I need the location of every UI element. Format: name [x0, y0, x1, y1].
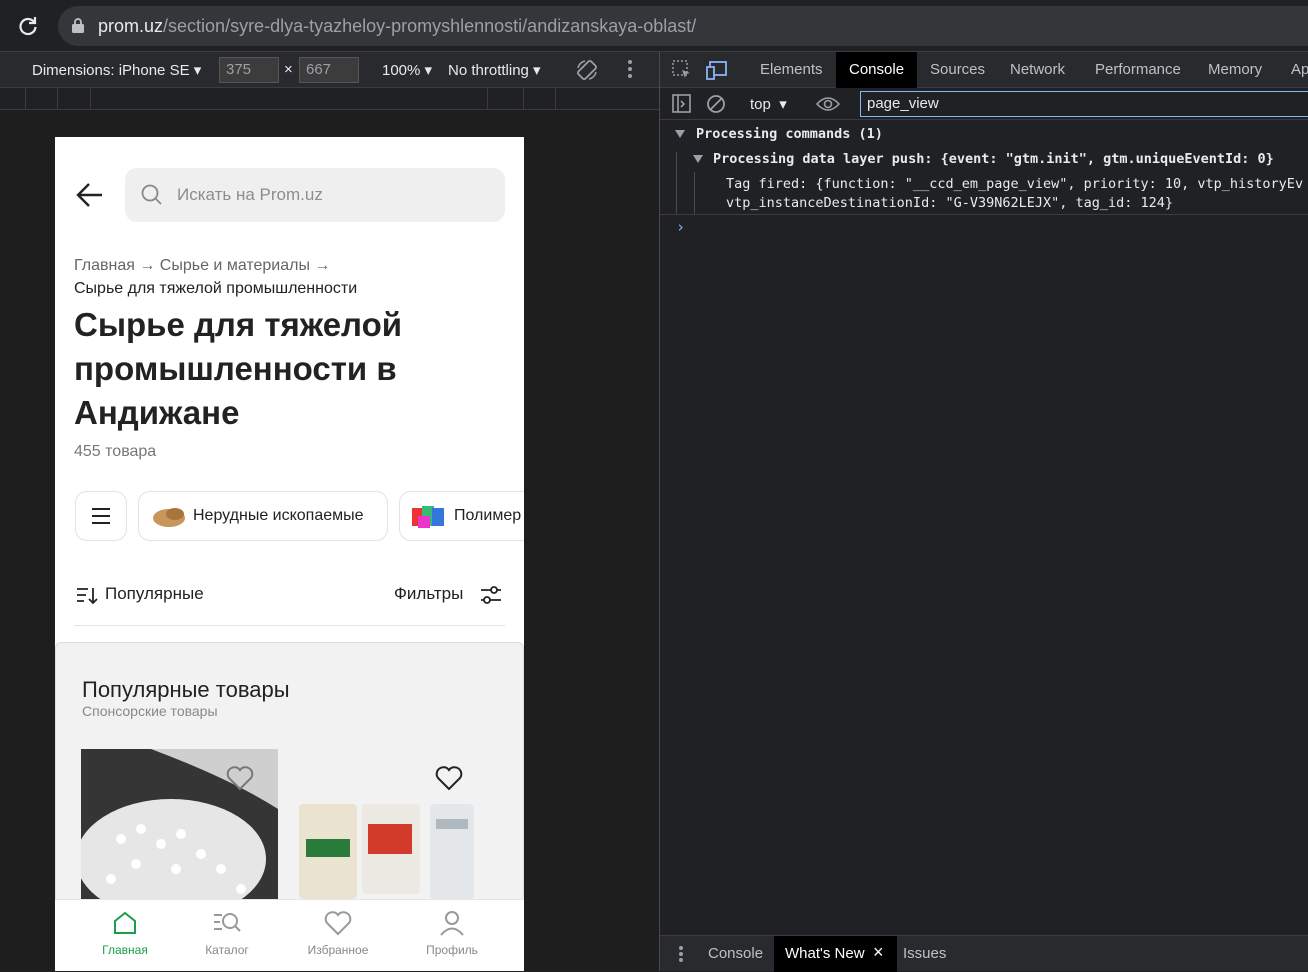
device-width-input[interactable]: 375 — [219, 57, 279, 83]
menu-icon — [91, 507, 111, 530]
tab-sources[interactable]: Sources — [930, 52, 985, 88]
drawer-tab-issues[interactable]: Issues — [903, 936, 946, 972]
drawer-menu-icon[interactable] — [678, 945, 684, 968]
nav-label: Профиль — [426, 943, 478, 957]
menu-chip[interactable] — [75, 491, 127, 541]
device-toggle-icon[interactable] — [706, 60, 728, 85]
group-indent-line — [676, 152, 677, 214]
device-height-input[interactable]: 667 — [299, 57, 359, 83]
sidebar-toggle-icon[interactable] — [672, 94, 692, 119]
nav-favorites[interactable]: Избранное — [298, 910, 378, 957]
context-select[interactable]: top ▾ — [750, 95, 787, 113]
drawer-close-icon[interactable]: × — [873, 942, 884, 963]
search-placeholder: Искать на Prom.uz — [177, 185, 323, 204]
omnibox[interactable]: prom.uz/section/syre-dlya-tyazheloy-prom… — [58, 6, 1308, 46]
console-divider — [660, 214, 1308, 215]
url-text[interactable]: prom.uz/section/syre-dlya-tyazheloy-prom… — [98, 16, 696, 37]
bottom-navigation: Главная Каталог Избранное Профиль — [55, 899, 524, 971]
console-toolbar: top ▾ page_view — [660, 88, 1308, 120]
tab-elements[interactable]: Elements — [760, 52, 823, 88]
home-icon — [112, 911, 138, 939]
product-count: 455 товара — [74, 443, 157, 460]
group-indent-line — [694, 172, 695, 214]
expand-triangle-icon[interactable] — [693, 155, 703, 163]
polymer-icon — [412, 504, 448, 535]
browser-address-bar: prom.uz/section/syre-dlya-tyazheloy-prom… — [0, 0, 1308, 52]
console-group-processing[interactable]: Processing commands (1) — [696, 126, 883, 142]
breadcrumb: Главная → Сырье и материалы → Сырье для … — [74, 257, 358, 297]
expand-triangle-icon[interactable] — [675, 130, 685, 138]
heart-icon — [324, 911, 352, 939]
tab-performance[interactable]: Performance — [1095, 52, 1181, 88]
sort-button[interactable]: Популярные — [105, 584, 204, 604]
devtools-panel: Elements Console Sources Network Perform… — [659, 52, 1308, 972]
tab-network[interactable]: Network — [1010, 52, 1065, 88]
console-prompt[interactable]: › — [676, 218, 685, 236]
nav-label: Главная — [102, 943, 148, 957]
tab-memory[interactable]: Memory — [1208, 52, 1262, 88]
breadcrumb-materials[interactable]: Сырье и материалы — [160, 257, 310, 274]
favorite-heart-icon[interactable] — [435, 765, 463, 791]
product-image-bags[interactable] — [296, 749, 496, 909]
chip-nonmetallic-minerals[interactable]: Нерудные ископаемые — [138, 491, 388, 541]
more-options-icon[interactable] — [626, 58, 634, 84]
inspect-element-icon[interactable] — [672, 60, 692, 85]
live-expression-eye-icon[interactable] — [815, 95, 841, 118]
product-image-pellets[interactable] — [81, 749, 278, 909]
profile-icon — [439, 911, 465, 939]
dimension-times: × — [284, 61, 293, 78]
nav-home[interactable]: Главная — [85, 910, 165, 957]
clear-console-icon[interactable] — [706, 94, 726, 119]
chip-polymers[interactable]: Полимер — [399, 491, 524, 541]
stone-icon — [151, 503, 187, 534]
throttling-select[interactable]: No throttling ▾ — [448, 61, 541, 79]
popular-subtitle: Спонсорские товары — [82, 703, 218, 719]
nav-profile[interactable]: Профиль — [412, 910, 492, 957]
breadcrumb-current: Сырье для тяжелой промышленности — [74, 280, 358, 297]
page-title: Сырье для тяжелой промышленности в Андиж… — [74, 306, 403, 431]
tab-application[interactable]: Ap — [1291, 52, 1308, 88]
device-toolbar: Dimensions: iPhone SE ▾ 375 × 667 100% ▾… — [0, 52, 659, 88]
rotate-icon[interactable] — [575, 58, 599, 86]
filters-button[interactable]: Фильтры — [394, 584, 463, 604]
favorite-heart-icon[interactable] — [226, 765, 254, 791]
sort-filter-row: Популярные Фильтры — [74, 578, 505, 626]
console-group-datalayer[interactable]: Processing data layer push: {event: "gtm… — [713, 151, 1274, 167]
reload-icon[interactable] — [16, 14, 40, 38]
zoom-select[interactable]: 100% ▾ — [382, 61, 432, 79]
filters-icon[interactable] — [480, 585, 502, 610]
breadcrumb-home[interactable]: Главная — [74, 257, 135, 274]
drawer-tab-console[interactable]: Console — [708, 936, 763, 972]
search-icon — [141, 184, 163, 211]
console-message-tag-fired-cont[interactable]: vtp_instanceDestinationId: "G-V39N62LEJX… — [726, 195, 1173, 211]
back-arrow-icon[interactable] — [75, 181, 105, 209]
tab-console[interactable]: Console — [836, 52, 918, 88]
dimensions-select[interactable]: Dimensions: iPhone SE ▾ — [32, 61, 201, 79]
catalog-search-icon — [212, 913, 242, 939]
mobile-page: Искать на Prom.uz Главная → Сырье и мате… — [55, 137, 524, 971]
console-filter-input[interactable]: page_view — [860, 91, 1308, 117]
lock-icon[interactable] — [72, 18, 84, 33]
console-message-tag-fired[interactable]: Tag fired: {function: "__ccd_em_page_vie… — [726, 176, 1303, 192]
nav-label: Избранное — [307, 943, 369, 957]
search-input[interactable]: Искать на Prom.uz — [125, 168, 505, 222]
chip-label: Полимер — [454, 507, 522, 524]
devtools-tabbar: Elements Console Sources Network Perform… — [660, 52, 1308, 88]
popular-title: Популярные товары — [82, 677, 290, 702]
devtools-drawer-tabbar: Console What's New × Issues — [660, 935, 1308, 972]
nav-label: Каталог — [205, 943, 249, 957]
nav-catalog[interactable]: Каталог — [187, 910, 267, 957]
chip-label: Нерудные ископаемые — [193, 507, 364, 524]
sort-icon[interactable] — [76, 586, 98, 611]
media-query-ruler[interactable] — [0, 88, 659, 110]
